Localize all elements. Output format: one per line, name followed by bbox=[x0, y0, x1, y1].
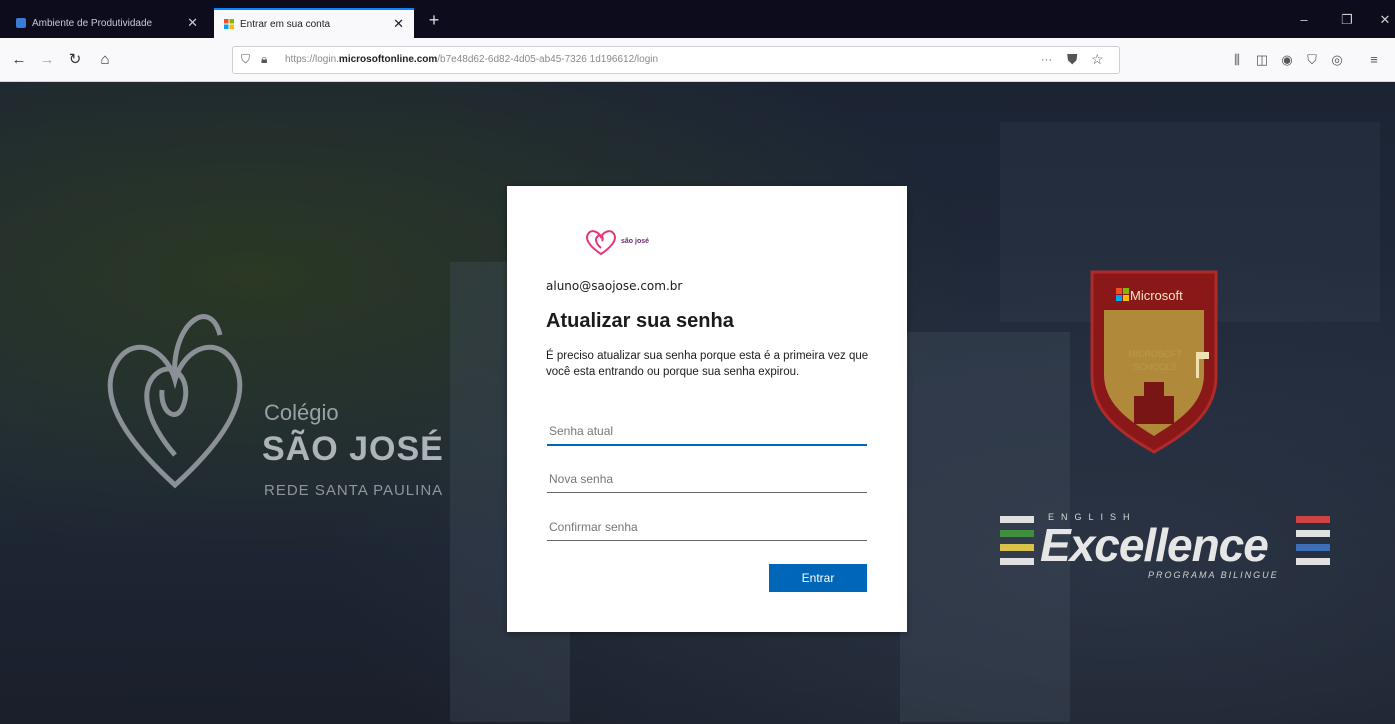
description: É preciso atualizar sua senha porque est… bbox=[546, 350, 869, 378]
login-card: são josé aluno@saojose.com.br Atualizar … bbox=[507, 186, 907, 632]
close-tab-icon[interactable]: ✕ bbox=[187, 15, 198, 31]
extension-icon[interactable]: ◉ bbox=[1277, 50, 1297, 70]
sidebar-icon[interactable]: ◫ bbox=[1252, 50, 1272, 70]
url-text[interactable]: https://login.microsoftonline.com/b7e48d… bbox=[285, 54, 658, 65]
url-domain: microsoftonline.com bbox=[338, 54, 438, 65]
confirm-password-field[interactable] bbox=[547, 513, 867, 541]
menu-icon[interactable]: ≡ bbox=[1364, 50, 1384, 70]
pocket-icon[interactable]: ⛊ bbox=[1067, 51, 1078, 68]
star-icon[interactable]: ☆ bbox=[1091, 51, 1104, 68]
tab-label: Ambiente de Produtividade bbox=[32, 17, 153, 29]
account-identity: aluno@saojose.com.br bbox=[546, 279, 683, 293]
minimize-icon[interactable]: – bbox=[1294, 12, 1314, 27]
school-network: REDE SANTA PAULINA bbox=[264, 482, 444, 499]
forward-icon[interactable]: → bbox=[36, 49, 58, 71]
page-title: Atualizar sua senha bbox=[546, 310, 734, 332]
submit-button[interactable]: Entrar bbox=[769, 564, 867, 592]
tab-ambiente[interactable]: Ambiente de Produtividade ✕ bbox=[6, 8, 208, 38]
school-name: SÃO JOSÉ bbox=[262, 430, 444, 468]
lock-icon[interactable]: 🔒︎ bbox=[261, 52, 267, 67]
badge-brand: Microsoft bbox=[1130, 288, 1183, 303]
current-password-field[interactable] bbox=[547, 418, 867, 446]
school-name-small: Colégio bbox=[264, 400, 339, 425]
maximize-icon[interactable]: ❐ bbox=[1337, 12, 1357, 28]
school-logo-icon bbox=[107, 314, 243, 489]
reload-icon[interactable]: ↻ bbox=[64, 49, 86, 71]
library-icon[interactable]: ⫼ bbox=[1227, 50, 1247, 70]
tab-bar: Ambiente de Produtividade ✕ Entrar em su… bbox=[0, 0, 1395, 38]
home-icon[interactable]: ⌂ bbox=[94, 49, 116, 71]
url-bar[interactable]: ⛉ 🔒︎ https://login.microsoftonline.com/b… bbox=[232, 46, 1120, 74]
microsoft-favicon-icon bbox=[224, 19, 234, 29]
org-logo-text: são josé bbox=[621, 238, 650, 245]
badge-text: MICROSOFT SCHOOLS bbox=[1128, 349, 1182, 372]
page-actions-icon[interactable]: ··· bbox=[1041, 54, 1052, 66]
excellence-bottom: PROGRAMA BILINGUE bbox=[1148, 570, 1279, 580]
new-tab-icon[interactable]: + bbox=[422, 10, 446, 31]
shield-icon[interactable]: ⛉ bbox=[241, 52, 250, 67]
url-path: /b7e48d62-6d82-4d05-ab45-7326 1d196612/l… bbox=[437, 54, 659, 65]
url-prefix: https://login. bbox=[285, 54, 339, 65]
close-tab-icon[interactable]: ✕ bbox=[393, 16, 404, 32]
back-icon[interactable]: ← bbox=[8, 49, 30, 71]
org-logo-icon bbox=[586, 230, 616, 256]
navigation-bar: ← → ↻ ⌂ ⛉ 🔒︎ https://login.microsoftonli… bbox=[0, 38, 1395, 82]
window-close-icon[interactable]: ✕ bbox=[1375, 12, 1395, 28]
office-favicon-icon bbox=[16, 18, 26, 28]
excellence-word: Excellence bbox=[1040, 519, 1269, 571]
extension-icon[interactable]: ◎ bbox=[1327, 50, 1347, 70]
new-password-field[interactable] bbox=[547, 465, 867, 493]
extension-icon[interactable]: ⛉ bbox=[1302, 50, 1322, 70]
tab-entrar[interactable]: Entrar em sua conta ✕ bbox=[214, 8, 414, 38]
tab-label: Entrar em sua conta bbox=[240, 18, 331, 30]
